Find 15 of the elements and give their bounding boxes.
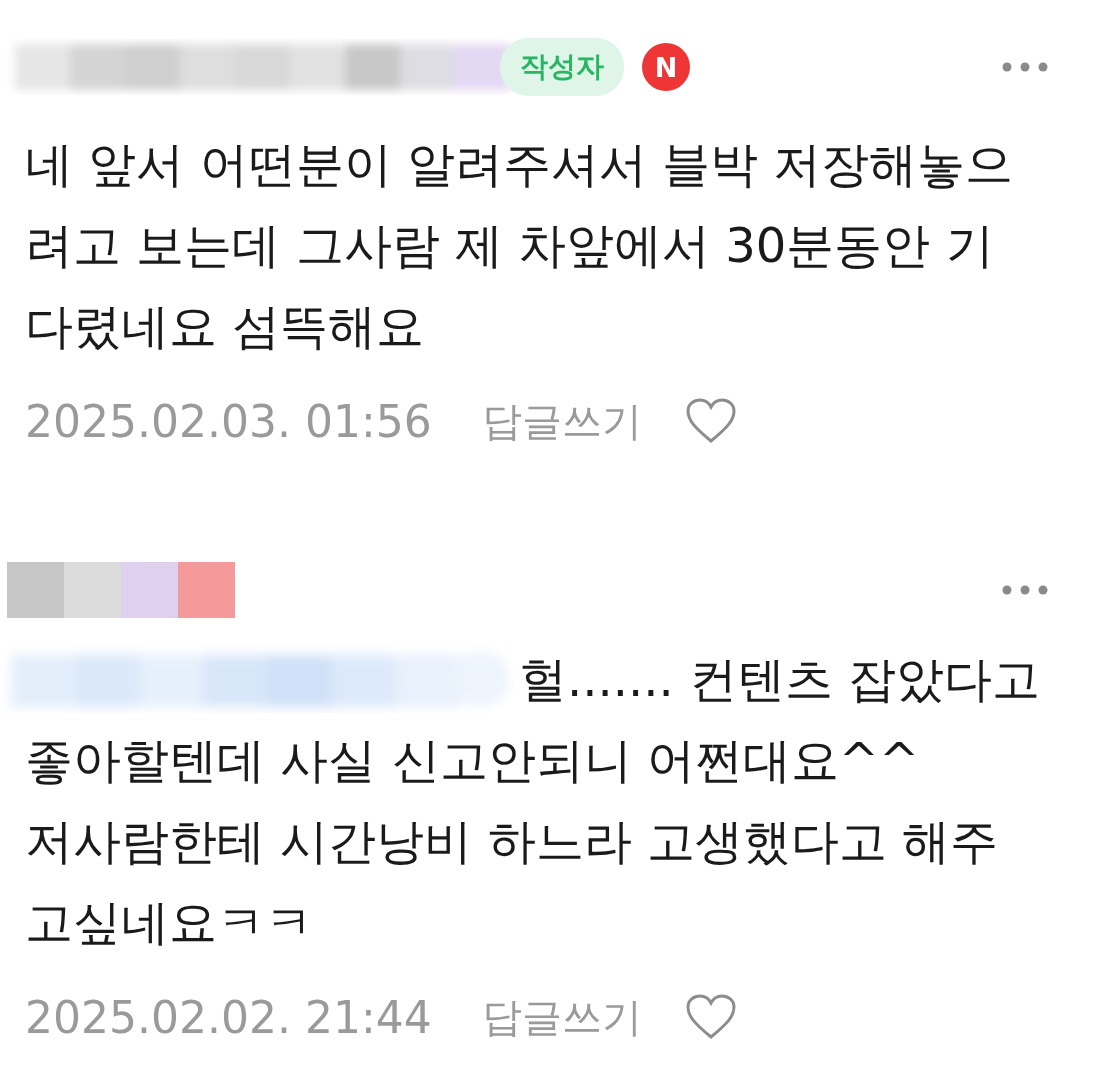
more-icon[interactable] [1001, 584, 1049, 596]
author-badge: 작성자 [500, 38, 624, 96]
comment-text: 좋아할텐데 사실 신고안되니 어쩐대요^^ [25, 730, 920, 790]
comment-text: 려고 보는데 그사람 제 차앞에서 30분동안 기 [25, 215, 994, 275]
reply-link[interactable]: 답글쓰기 [481, 393, 642, 449]
comment-text: 네 앞서 어떤분이 알려주셔서 블박 저장해놓으 [25, 134, 1014, 194]
reply-link[interactable]: 답글쓰기 [481, 989, 642, 1045]
comment-text: 고싶네요ㅋㅋ [25, 892, 313, 952]
comment-text: 저사람한테 시간낭비 하느라 고생했다고 해주 [25, 811, 999, 871]
comment-date: 2025.02.02. 21:44 [25, 991, 432, 1043]
comment-text: 헐....... 컨텐츠 잡았다고 [519, 649, 1041, 709]
comment-text: 다렸네요 섬뜩해요 [25, 296, 425, 356]
n-badge: N [642, 43, 690, 91]
more-icon[interactable] [1001, 61, 1049, 73]
comment-date: 2025.02.03. 01:56 [25, 395, 432, 447]
